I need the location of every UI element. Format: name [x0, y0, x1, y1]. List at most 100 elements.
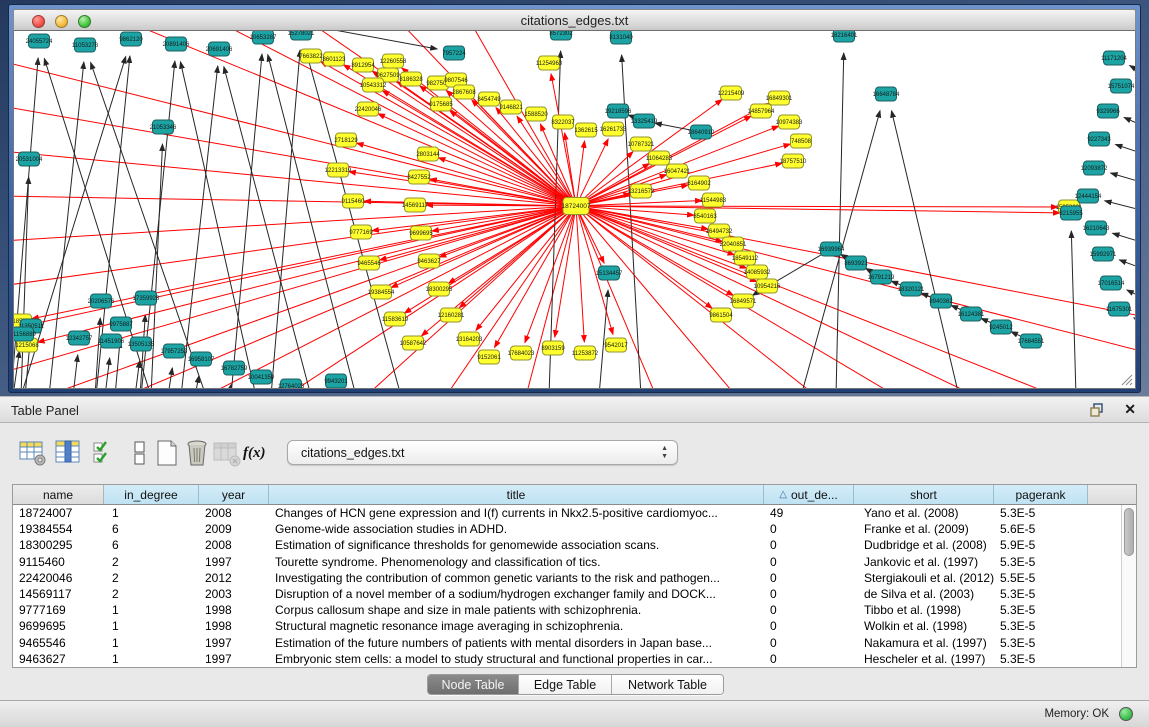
graph-node[interactable]: 9975887	[109, 317, 133, 331]
graph-node[interactable]: 20206576	[88, 294, 115, 308]
column-header-in_degree[interactable]: in_degree	[104, 485, 199, 504]
graph-node[interactable]: 14857964	[748, 104, 775, 118]
graph-node[interactable]: 18549112	[732, 251, 759, 265]
graph-node[interactable]: 11156889	[14, 327, 37, 341]
graph-node[interactable]: 9943201	[324, 374, 348, 388]
graph-node[interactable]: 8940362	[929, 294, 953, 308]
graph-node[interactable]: 9115460	[342, 194, 366, 208]
table-row[interactable]: 1830029562008Estimation of significance …	[13, 537, 1136, 553]
graph-node[interactable]: 11171204	[1101, 51, 1127, 65]
network-window[interactable]: citations_edges.txt 18724007860112389129…	[8, 4, 1141, 393]
graph-node[interactable]: 16047421	[664, 164, 691, 178]
graph-node[interactable]: 12213319	[325, 163, 352, 177]
graph-node[interactable]: 16261733	[600, 122, 627, 136]
scrollbar-thumb[interactable]	[1124, 508, 1134, 556]
graph-node[interactable]: 16849571	[730, 294, 757, 308]
graph-node[interactable]: 11253872	[572, 346, 599, 360]
graph-node[interactable]: 748508	[791, 134, 812, 148]
graph-node[interactable]: 16849301	[766, 91, 793, 105]
column-header-title[interactable]: title	[269, 485, 764, 504]
graph-node[interactable]: 13164203	[456, 332, 483, 346]
tab-network-table[interactable]: Network Table	[612, 675, 723, 694]
column-header-pagerank[interactable]: pagerank	[994, 485, 1088, 504]
graph-node[interactable]: 10787321	[628, 137, 655, 151]
graph-node[interactable]: 8427552	[407, 170, 431, 184]
graph-node[interactable]: 17684023	[508, 346, 535, 360]
graph-node[interactable]: 11064283	[646, 151, 673, 165]
graph-node[interactable]: 18724007	[562, 198, 591, 215]
column-header-out_de[interactable]: △out_de...	[764, 485, 854, 504]
graph-node[interactable]: 12093872	[1081, 161, 1108, 175]
graph-node[interactable]: 11451906	[98, 334, 125, 348]
network-canvas[interactable]: 1872400786011238912954122605589627509105…	[13, 31, 1136, 389]
graph-node[interactable]: 9463627	[417, 254, 441, 268]
graph-node[interactable]: 10954216	[754, 279, 781, 293]
graph-node[interactable]: 16648784	[873, 87, 900, 101]
vertical-scrollbar[interactable]	[1121, 505, 1136, 667]
graph-node[interactable]: 8572302	[549, 31, 573, 40]
graph-node[interactable]: 15992971	[1090, 247, 1117, 261]
graph-node[interactable]: 16124381	[958, 307, 985, 321]
table-row[interactable]: 946554611997Estimation of the future num…	[13, 635, 1136, 651]
graph-node[interactable]: 9329966	[1096, 104, 1120, 118]
graph-node[interactable]: 10653287	[250, 31, 277, 44]
graph-node[interactable]: 17957253	[161, 344, 188, 358]
column-header-name[interactable]: name	[13, 485, 104, 504]
table-select-dropdown[interactable]: citations_edges.txt ▲▼	[287, 440, 678, 465]
close-icon[interactable]: ✕	[1124, 401, 1136, 418]
graph-node[interactable]: 9699695	[409, 226, 433, 240]
graph-node[interactable]: 19218596	[605, 104, 632, 118]
graph-node[interactable]: 10041350	[248, 370, 275, 384]
graph-node[interactable]: 16939964	[818, 242, 845, 256]
graph-node[interactable]: 8186328	[399, 72, 423, 86]
graph-node[interactable]: 9245012	[989, 320, 1013, 334]
graph-node[interactable]: 11675301	[1106, 302, 1133, 316]
table-mode-icon[interactable]	[18, 438, 48, 470]
graph-node[interactable]: 18216401	[831, 31, 858, 42]
graph-node[interactable]: 9861504	[709, 308, 733, 322]
graph-node[interactable]: 12342757	[66, 331, 93, 345]
graph-node[interactable]: 8601123	[323, 52, 347, 66]
graph-node[interactable]: 8322037	[551, 115, 575, 129]
graph-node[interactable]: 8164902	[687, 176, 711, 190]
graph-node[interactable]: 21053346	[150, 120, 177, 134]
graph-node[interactable]: 12215409	[718, 86, 745, 100]
table-row[interactable]: 2242004622012Investigating the contribut…	[13, 570, 1136, 586]
graph-node[interactable]: 1588520	[524, 107, 548, 121]
graph-node[interactable]: 9146821	[499, 100, 523, 114]
delete-table-icon[interactable]	[212, 438, 242, 470]
graph-node[interactable]: 16210643	[1083, 221, 1110, 235]
graph-node[interactable]: 8454749	[477, 92, 501, 106]
table-row[interactable]: 911546021997Tourette syndrome. Phenomeno…	[13, 554, 1136, 570]
graph-node[interactable]: 11544983	[700, 193, 727, 207]
graph-node[interactable]: 8540163	[693, 209, 717, 223]
graph-node[interactable]: 7957224	[442, 46, 466, 60]
graph-node[interactable]: 16791219	[868, 270, 895, 284]
graph-node[interactable]: 19384554	[368, 285, 395, 299]
table-row[interactable]: 1872400712008Changes of HCN gene express…	[13, 505, 1136, 521]
graph-node[interactable]: 12444154	[1075, 189, 1102, 203]
graph-node[interactable]: 13325419	[631, 114, 658, 128]
graph-node[interactable]: 17359928	[133, 291, 160, 305]
graph-node[interactable]: 12160281	[438, 308, 465, 322]
graph-node[interactable]: 8215955	[1059, 206, 1083, 220]
graph-node[interactable]: 14569117	[402, 198, 429, 212]
graph-node[interactable]: 15278021	[288, 31, 315, 40]
graph-node[interactable]: 1362615	[574, 123, 598, 137]
delete-column-icon[interactable]	[182, 438, 212, 470]
table-row[interactable]: 969969511998Structural magnetic resonanc…	[13, 618, 1136, 634]
graph-node[interactable]: 16494732	[706, 224, 733, 238]
graph-node[interactable]: 9542017	[604, 338, 628, 352]
tab-edge-table[interactable]: Edge Table	[519, 675, 612, 694]
tab-node-table[interactable]: Node Table	[428, 675, 519, 694]
graph-node[interactable]: 11583619	[382, 312, 409, 326]
column-header-year[interactable]: year	[199, 485, 269, 504]
graph-node[interactable]: 10543312	[360, 78, 387, 92]
graph-node[interactable]: 9862120	[119, 32, 143, 46]
graph-node[interactable]: 18300295	[426, 282, 453, 296]
table-row[interactable]: 977716911998Corpus callosum shape and si…	[13, 602, 1136, 618]
graph-node[interactable]: 16958107	[188, 352, 215, 366]
graph-node[interactable]: 7663822	[299, 49, 323, 63]
graph-node[interactable]: 8131040	[609, 31, 633, 44]
row-height-icon[interactable]	[124, 438, 154, 470]
